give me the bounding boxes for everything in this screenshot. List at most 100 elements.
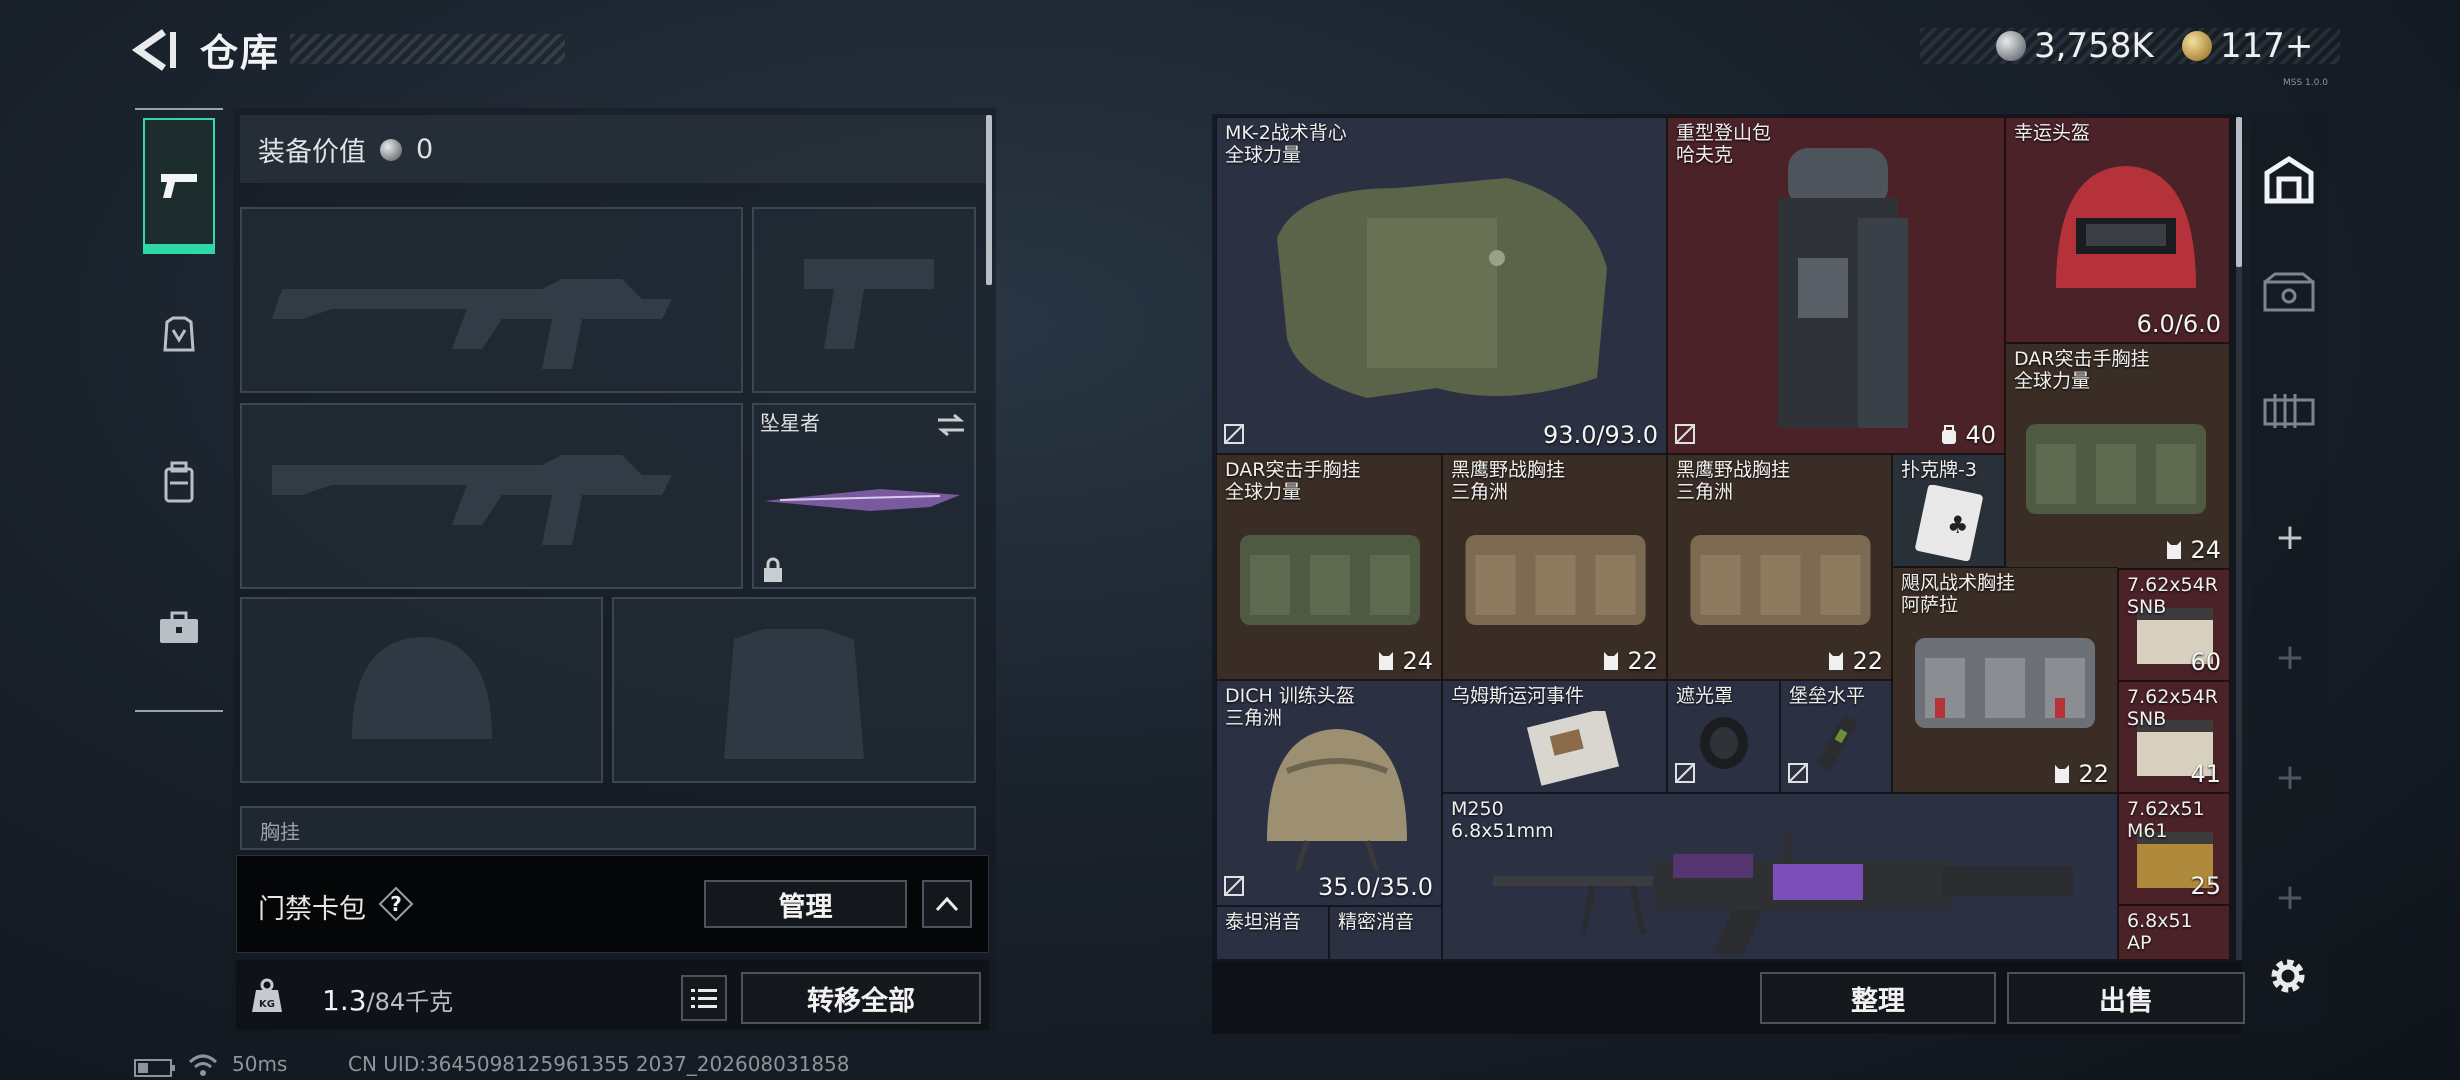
- secondary-weapon-slot[interactable]: [240, 403, 743, 589]
- stash-tab-warehouse[interactable]: [2254, 130, 2324, 230]
- item-durability: 93.0/93.0: [1543, 421, 1658, 449]
- sort-button[interactable]: 整理: [1760, 972, 1996, 1024]
- weight-max: /84千克: [366, 988, 454, 1016]
- add-stash-tab-button[interactable]: +: [2270, 638, 2310, 678]
- add-stash-tab-button[interactable]: +: [2270, 758, 2310, 798]
- nav-tab-gear[interactable]: [143, 300, 215, 372]
- briefcase-icon: [160, 611, 198, 643]
- storage-crate-icon: [2263, 272, 2315, 312]
- stash-item[interactable]: M250 6.8x51mm: [1442, 793, 2118, 960]
- stash-item[interactable]: 乌姆斯运河事件: [1442, 680, 1667, 793]
- chest-rig-label: 胸挂: [260, 820, 300, 844]
- settings-gear-icon[interactable]: [2266, 954, 2310, 998]
- stash-item[interactable]: 黑鹰野战胸挂 三角洲 22: [1442, 454, 1667, 680]
- rig-capacity-icon: [2167, 541, 2182, 559]
- equipment-value-label: 装备价值: [258, 137, 366, 168]
- nav-tab-weapons[interactable]: [143, 118, 215, 254]
- primary-weapon-slot[interactable]: [240, 207, 743, 393]
- stash-item[interactable]: ♣ 扑克牌-3: [1892, 454, 2005, 567]
- swap-icon[interactable]: [936, 413, 966, 437]
- stash-tab-2[interactable]: [2254, 244, 2324, 344]
- item-capacity: 24: [1376, 647, 1433, 675]
- item-durability: 6.0/6.0: [2136, 310, 2221, 338]
- title-decoration: [290, 34, 565, 64]
- help-icon-text: ?: [390, 892, 402, 916]
- back-icon[interactable]: [130, 28, 178, 72]
- stash-item[interactable]: 泰坦消音: [1216, 906, 1329, 960]
- add-stash-tab-button[interactable]: +: [2270, 518, 2310, 558]
- stash-item[interactable]: DAR突击手胸挂 全球力量 24: [1216, 454, 1442, 680]
- rig-capacity-icon: [1379, 652, 1394, 670]
- stash-item[interactable]: MK-2战术背心 全球力量 93.0/93.0: [1216, 117, 1667, 454]
- stash-item[interactable]: 精密消音: [1329, 906, 1442, 960]
- item-name: 精密消音: [1338, 911, 1415, 933]
- nav-tab-backpack[interactable]: [143, 446, 215, 518]
- item-name: DAR突击手胸挂 全球力量: [2014, 348, 2150, 392]
- stash-item[interactable]: 7.62x54R SNB 60: [2118, 569, 2230, 681]
- equipment-value-amount: 0: [416, 134, 434, 165]
- item-name: 7.62x54R SNB: [2127, 574, 2218, 618]
- item-name: DICH 训练头盔 三角洲: [1225, 685, 1355, 729]
- stash-item[interactable]: DAR突击手胸挂 全球力量 24: [2005, 343, 2230, 569]
- item-value: 24: [1402, 647, 1433, 675]
- manage-button[interactable]: 管理: [704, 880, 907, 928]
- armor-slot[interactable]: [612, 597, 976, 783]
- transfer-all-button[interactable]: 转移全部: [741, 972, 981, 1024]
- stash-item[interactable]: 重型登山包 哈夫克 40: [1667, 117, 2005, 454]
- stash-item[interactable]: 6.8x51 AP: [2118, 905, 2230, 960]
- sell-button[interactable]: 出售: [2007, 972, 2245, 1024]
- item-value: 40: [1965, 421, 1996, 449]
- chest-rig-slot[interactable]: 胸挂: [240, 806, 976, 850]
- weight-icon: KG: [252, 978, 282, 1012]
- item-name: 7.62x51 M61: [2127, 798, 2205, 842]
- pistol-silhouette-icon: [804, 259, 934, 349]
- stash-item[interactable]: 遮光罩: [1667, 680, 1780, 793]
- chest-rig-icon: [1915, 638, 2095, 728]
- item-name: MK-2战术背心 全球力量: [1225, 122, 1347, 166]
- stash-tab-3[interactable]: [2254, 360, 2324, 460]
- item-name: DAR突击手胸挂 全球力量: [1225, 459, 1361, 503]
- list-view-button[interactable]: [681, 975, 727, 1021]
- item-name: 扑克牌-3: [1901, 459, 1977, 481]
- lens-hood-icon: [1700, 717, 1748, 769]
- stash-item[interactable]: DICH 训练头盔 三角洲 35.0/35.0: [1216, 680, 1442, 906]
- rifle-silhouette-icon: [272, 279, 672, 369]
- item-name: 幸运头盔: [2014, 122, 2091, 144]
- weapon-rack-icon: [2263, 394, 2315, 428]
- equipment-value: 装备价值 0: [258, 130, 433, 169]
- add-stash-tab-button[interactable]: +: [2270, 878, 2310, 918]
- equipment-scrollbar[interactable]: [986, 115, 992, 285]
- no-repair-icon: [1675, 424, 1695, 444]
- silver-coin-icon: [380, 138, 402, 161]
- item-name: 7.62x54R SNB: [2127, 686, 2218, 730]
- nav-tab-case[interactable]: [143, 592, 215, 664]
- item-name: 堡垒水平: [1789, 685, 1866, 707]
- svg-text:♣: ♣: [1947, 511, 1969, 539]
- no-repair-icon: [1224, 876, 1244, 896]
- melee-slot[interactable]: 坠星者: [752, 403, 976, 589]
- helmet-icon: [2056, 166, 2196, 288]
- item-value: 22: [2078, 760, 2109, 788]
- item-name: 6.8x51 AP: [2127, 910, 2193, 954]
- stash-item[interactable]: 飓风战术胸挂 阿萨拉 22: [1892, 567, 2118, 793]
- item-name: 遮光罩: [1676, 685, 1734, 707]
- pistol-slot[interactable]: [752, 207, 976, 393]
- stash-item[interactable]: 黑鹰野战胸挂 三角洲 22: [1667, 454, 1892, 680]
- stash-item[interactable]: 7.62x51 M61 25: [2118, 793, 2230, 905]
- help-icon[interactable]: ?: [378, 886, 414, 922]
- list-icon: [691, 989, 717, 1008]
- rig-capacity-icon: [1604, 652, 1619, 670]
- stash-item[interactable]: 幸运头盔 6.0/6.0: [2005, 117, 2230, 343]
- lock-icon: [764, 557, 782, 582]
- silver-currency[interactable]: 3,758K: [1996, 26, 2154, 66]
- ping-label: 50ms: [232, 1052, 288, 1076]
- chest-rig-icon: [1690, 535, 1871, 625]
- gold-currency[interactable]: 117+: [2182, 26, 2313, 66]
- collapse-button[interactable]: [922, 880, 972, 928]
- stash-scrollbar[interactable]: [2236, 117, 2242, 960]
- chest-rig-icon: [1240, 535, 1420, 625]
- stash-item[interactable]: 堡垒水平: [1780, 680, 1892, 793]
- item-name: 乌姆斯运河事件: [1451, 685, 1585, 707]
- stash-item[interactable]: 7.62x54R SNB 41: [2118, 681, 2230, 793]
- helmet-slot[interactable]: [240, 597, 603, 783]
